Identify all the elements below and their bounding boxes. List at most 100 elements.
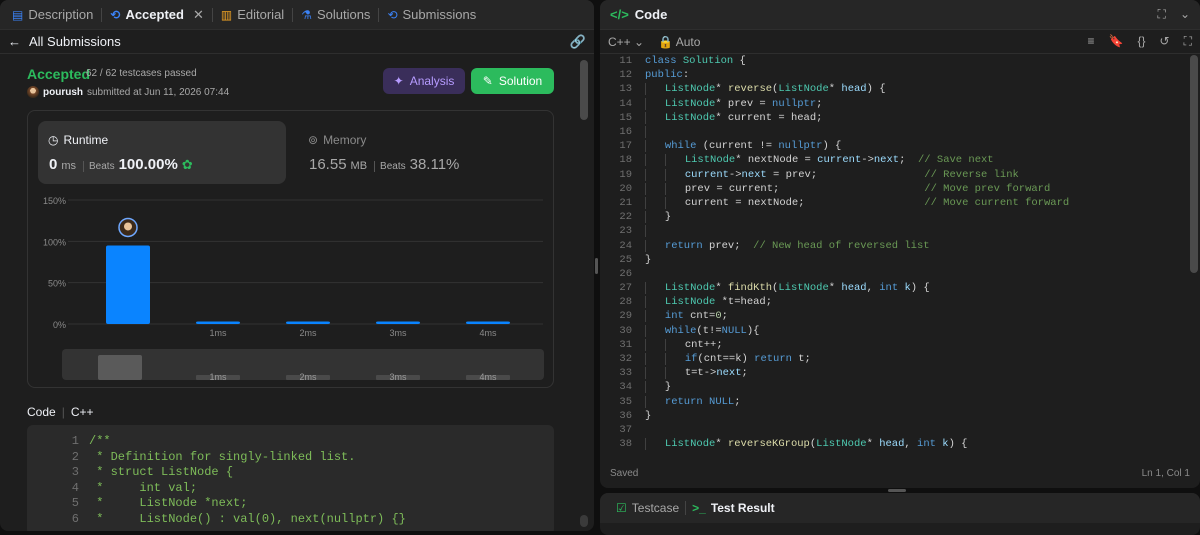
- editor-title-bar: </> Code ⛶ ⌄: [600, 0, 1200, 30]
- left-tab-bar: ▤ Description ⟲ Accepted ✕ ▥ Editorial ⚗ Solu…: [0, 0, 594, 30]
- editor-line: 35 return NULL;: [600, 395, 1200, 409]
- auto-mode[interactable]: 🔒 Auto: [658, 35, 700, 49]
- line-code: t=t->next;: [632, 367, 748, 380]
- runtime-distribution-chart: 150% 100% 50% 0% 1ms 2ms 3ms 4ms 1ms 2ms 3ms 4ms: [43, 196, 544, 382]
- save-status: Saved: [610, 467, 639, 479]
- history-icon: ⟲: [387, 7, 398, 22]
- x-tick-label: 2ms: [299, 328, 317, 338]
- code-editor[interactable]: 11 class Solution {12 public: 13 ListNode* …: [600, 54, 1200, 456]
- line-code: }: [645, 409, 652, 422]
- line-number: 33: [619, 367, 632, 380]
- maximize-icon[interactable]: ⛶: [1158, 7, 1166, 22]
- performance-card: ◷ Runtime 0 ms Beats 100.00% ✿ ⊚ Memory 16…: [27, 110, 554, 388]
- line-number: 4: [71, 480, 79, 495]
- line-code: while(t!=NULL){: [632, 324, 759, 337]
- editor-line: 23: [600, 224, 1200, 238]
- x-tick-label: 4ms: [479, 328, 497, 338]
- analysis-button[interactable]: ✦ Analysis: [383, 68, 465, 94]
- tab-accepted[interactable]: ⟲ Accepted ✕: [102, 0, 212, 30]
- editor-status-bar: Saved Ln 1, Col 1: [600, 458, 1200, 488]
- chart-bar: [196, 321, 240, 324]
- arrow-left-icon: ←: [8, 34, 21, 49]
- test-panel: ☑ Testcase >_ Test Result: [600, 493, 1200, 535]
- code-line: 4 * int val;: [27, 481, 554, 497]
- all-submissions-link[interactable]: ← All Submissions: [8, 34, 121, 49]
- editor-line: 30 while(t!=NULL){: [600, 324, 1200, 338]
- editor-line: 11 class Solution {: [600, 54, 1200, 68]
- line-code: int cnt=0;: [632, 310, 728, 323]
- username[interactable]: pourush: [43, 87, 83, 98]
- language-select[interactable]: C++ ⌄: [608, 35, 644, 49]
- close-icon[interactable]: ✕: [193, 7, 204, 23]
- format-icon[interactable]: ≡: [1088, 34, 1095, 49]
- avatar[interactable]: [27, 86, 39, 98]
- editor-line: 28 ListNode *t=head;: [600, 295, 1200, 309]
- chart-bar: [466, 321, 510, 324]
- submission-info: pourush submitted at Jun 11, 2026 07:44: [27, 86, 229, 98]
- x-tick-label: 3ms: [389, 328, 407, 338]
- editor-line: 38 ListNode* reverseKGroup(ListNode* hea…: [600, 437, 1200, 451]
- editor-line: 33 t=t->next;: [600, 366, 1200, 380]
- editor-line: 34 }: [600, 380, 1200, 394]
- editorial-icon: ▥: [220, 7, 233, 22]
- tab-description[interactable]: ▤ Description: [4, 0, 101, 30]
- line-code: cnt++;: [632, 338, 723, 351]
- editor-line: 19 current->next = prev; // Reverse link: [600, 168, 1200, 182]
- line-number: 24: [619, 239, 632, 252]
- editor-line: 27 ListNode* findKth(ListNode* head, int…: [600, 281, 1200, 295]
- checkbox-icon: ☑: [616, 501, 627, 515]
- braces-icon[interactable]: {}: [1138, 34, 1146, 49]
- chevron-down-icon[interactable]: ⌄: [1180, 7, 1190, 22]
- overview-tick-label: 4ms: [479, 372, 497, 382]
- horizontal-resize-handle[interactable]: [888, 489, 906, 492]
- editor-line: 31 cnt++;: [600, 338, 1200, 352]
- y-tick-label: 150%: [43, 196, 66, 206]
- line-number: 18: [619, 154, 632, 167]
- user-marker-face: [124, 222, 132, 231]
- editor-line: 32 if(cnt==k) return t;: [600, 352, 1200, 366]
- tab-submissions[interactable]: ⟲ Submissions: [379, 0, 484, 30]
- line-text: * ListNode *next;: [89, 496, 248, 510]
- bookmark-icon[interactable]: 🔖: [1109, 34, 1124, 49]
- reset-icon[interactable]: ↺: [1160, 34, 1170, 49]
- code-header: Code | C++: [27, 405, 94, 419]
- line-number: 5: [71, 496, 79, 510]
- tab-test-result[interactable]: >_ Test Result: [686, 501, 780, 515]
- testcases-passed: 62 / 62 testcases passed: [86, 68, 197, 79]
- tab-editorial[interactable]: ▥ Editorial: [213, 0, 292, 30]
- editor-line: 37: [600, 423, 1200, 437]
- editor-line: 22 }: [600, 210, 1200, 224]
- back-row: ← All Submissions 🔗: [0, 30, 594, 54]
- line-number: 17: [619, 140, 632, 153]
- test-tab-bar: ☑ Testcase >_ Test Result: [600, 493, 1200, 523]
- terminal-icon: >_: [692, 501, 706, 515]
- fullscreen-icon[interactable]: ⛶: [1184, 34, 1192, 49]
- scrollbar-thumb[interactable]: [580, 60, 588, 120]
- link-icon[interactable]: 🔗: [570, 34, 586, 50]
- solution-button[interactable]: ✎ Solution: [471, 68, 554, 94]
- y-tick-label: 100%: [43, 237, 66, 247]
- scrollbar-down[interactable]: [580, 515, 588, 527]
- tab-solutions[interactable]: ⚗ Solutions: [293, 0, 378, 30]
- tab-testcase[interactable]: ☑ Testcase: [610, 501, 685, 515]
- line-number: 38: [619, 438, 632, 451]
- vertical-resize-handle[interactable]: [595, 258, 598, 274]
- overview-tick-label: 2ms: [299, 372, 317, 382]
- editor-line: 20 prev = current; // Move prev forward: [600, 182, 1200, 196]
- line-code: [632, 225, 665, 238]
- line-number: 25: [619, 253, 632, 266]
- code-icon: </>: [610, 7, 629, 22]
- line-code: public:: [645, 69, 690, 82]
- line-number: 23: [619, 225, 632, 238]
- cursor-position: Ln 1, Col 1: [1141, 467, 1190, 479]
- submitted-code[interactable]: 1 /** 2 * Definition for singly-linked lis…: [27, 425, 554, 531]
- editor-line: 26: [600, 267, 1200, 281]
- line-code: [632, 126, 665, 139]
- y-tick-label: 50%: [48, 279, 66, 289]
- chart-bar: [106, 245, 150, 324]
- chart-bar: [376, 321, 420, 324]
- line-code: class Solution {: [645, 55, 746, 68]
- editor-scrollbar-thumb[interactable]: [1190, 55, 1198, 273]
- line-code: return prev; // New head of reversed lis…: [632, 239, 930, 252]
- code-line: 2 * Definition for singly-linked list.: [27, 450, 554, 466]
